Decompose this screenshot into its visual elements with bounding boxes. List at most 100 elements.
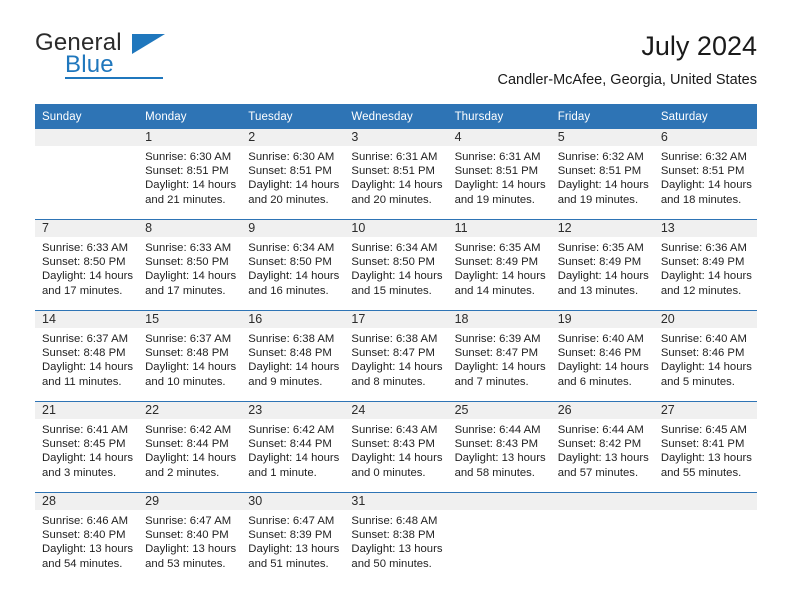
sunset-text: Sunset: 8:45 PM <box>42 438 126 451</box>
daylight-text-line1: Daylight: 13 hours <box>557 452 649 465</box>
calendar-day-cell[interactable]: 28 Sunrise: 6:46 AM Sunset: 8:40 PM Dayligh… <box>35 492 139 583</box>
daylight-text-line1: Daylight: 14 hours <box>351 179 443 192</box>
daylight-text-line2: and 15 minutes. <box>351 284 432 297</box>
calendar-day-cell[interactable]: 13 Sunrise: 6:36 AM Sunset: 8:49 PM Dayligh… <box>653 219 757 311</box>
daylight-text-line1: Daylight: 14 hours <box>248 361 340 374</box>
day-info: Sunrise: 6:34 AM Sunset: 8:50 PM Daylight:… <box>344 237 447 298</box>
daylight-text-line1: Daylight: 13 hours <box>42 543 134 556</box>
title-block: July 2024 Candler-McAfee, Georgia, Unite… <box>497 30 757 90</box>
day-number: 30 <box>248 494 263 508</box>
calendar-day-cell[interactable]: 21 Sunrise: 6:41 AM Sunset: 8:45 PM Dayligh… <box>35 401 139 493</box>
calendar-day-cell[interactable]: 17 Sunrise: 6:38 AM Sunset: 8:47 PM Dayligh… <box>344 310 448 402</box>
day-number-band: 9 <box>241 220 345 237</box>
day-info: Sunrise: 6:30 AM Sunset: 8:51 PM Daylight:… <box>241 146 344 207</box>
day-cell-content: 3 Sunrise: 6:31 AM Sunset: 8:51 PM Daylight… <box>344 129 448 219</box>
sunrise-text: Sunrise: 6:30 AM <box>145 151 232 163</box>
day-number: 9 <box>248 221 256 235</box>
calendar-day-cell[interactable]: 26 Sunrise: 6:44 AM Sunset: 8:42 PM Dayligh… <box>550 401 654 493</box>
day-number-band <box>550 493 654 510</box>
calendar-day-cell[interactable]: 25 Sunrise: 6:44 AM Sunset: 8:43 PM Dayligh… <box>447 401 551 493</box>
day-cell-content: 18 Sunrise: 6:39 AM Sunset: 8:47 PM Dayligh… <box>447 311 551 401</box>
day-info: Sunrise: 6:35 AM Sunset: 8:49 PM Daylight:… <box>551 237 654 298</box>
calendar-day-cell[interactable]: 22 Sunrise: 6:42 AM Sunset: 8:44 PM Dayligh… <box>138 401 242 493</box>
calendar-day-cell[interactable]: 6 Sunrise: 6:32 AM Sunset: 8:51 PM Daylight… <box>653 129 757 220</box>
calendar-day-cell[interactable]: 23 Sunrise: 6:42 AM Sunset: 8:44 PM Dayligh… <box>241 401 345 493</box>
sunset-text: Sunset: 8:49 PM <box>454 256 539 269</box>
day-number-band: 10 <box>344 220 448 237</box>
daylight-text-line2: and 2 minutes. <box>145 466 220 479</box>
day-cell-content: 26 Sunrise: 6:44 AM Sunset: 8:42 PM Dayligh… <box>550 402 654 492</box>
calendar-day-cell[interactable]: 9 Sunrise: 6:34 AM Sunset: 8:50 PM Daylight… <box>241 219 345 311</box>
calendar-day-cell[interactable]: 31 Sunrise: 6:48 AM Sunset: 8:38 PM Dayligh… <box>344 492 448 583</box>
calendar-day-cell[interactable]: 10 Sunrise: 6:34 AM Sunset: 8:50 PM Dayligh… <box>344 219 448 311</box>
calendar-day-cell[interactable]: 18 Sunrise: 6:39 AM Sunset: 8:47 PM Dayligh… <box>447 310 551 402</box>
day-number-band: 12 <box>550 220 654 237</box>
calendar-day-cell[interactable]: 11 Sunrise: 6:35 AM Sunset: 8:49 PM Dayligh… <box>447 219 551 311</box>
sunset-text: Sunset: 8:38 PM <box>351 529 435 542</box>
calendar-day-cell[interactable]: 19 Sunrise: 6:40 AM Sunset: 8:46 PM Dayligh… <box>550 310 654 402</box>
sunrise-text: Sunrise: 6:42 AM <box>145 424 232 436</box>
calendar-day-cell[interactable]: 24 Sunrise: 6:43 AM Sunset: 8:43 PM Dayligh… <box>344 401 448 493</box>
calendar-day-cell[interactable]: 27 Sunrise: 6:45 AM Sunset: 8:41 PM Dayligh… <box>653 401 757 493</box>
calendar-day-cell[interactable]: 29 Sunrise: 6:47 AM Sunset: 8:40 PM Dayligh… <box>138 492 242 583</box>
day-cell-content: 20 Sunrise: 6:40 AM Sunset: 8:46 PM Dayligh… <box>653 311 757 401</box>
calendar-day-cell[interactable]: 14 Sunrise: 6:37 AM Sunset: 8:48 PM Dayligh… <box>35 310 139 402</box>
day-cell-content: 24 Sunrise: 6:43 AM Sunset: 8:43 PM Dayligh… <box>344 402 448 492</box>
sunrise-text: Sunrise: 6:39 AM <box>454 333 541 345</box>
day-number-band <box>447 493 551 510</box>
calendar-day-cell[interactable]: 3 Sunrise: 6:31 AM Sunset: 8:51 PM Daylight… <box>344 129 448 220</box>
calendar-day-cell[interactable]: 12 Sunrise: 6:35 AM Sunset: 8:49 PM Dayligh… <box>550 219 654 311</box>
sunset-text: Sunset: 8:46 PM <box>557 347 642 360</box>
daylight-text-line1: Daylight: 13 hours <box>351 543 443 556</box>
day-cell-content: 19 Sunrise: 6:40 AM Sunset: 8:46 PM Dayligh… <box>550 311 654 401</box>
calendar-day-cell[interactable]: 16 Sunrise: 6:38 AM Sunset: 8:48 PM Dayligh… <box>241 310 345 402</box>
daylight-text-line1: Daylight: 14 hours <box>145 270 237 283</box>
day-number-band: 30 <box>241 493 345 510</box>
weekday-header-wednesday: Wednesday <box>344 104 448 129</box>
weekday-header-saturday: Saturday <box>653 104 757 129</box>
day-number-band: 27 <box>653 402 757 419</box>
sunrise-text: Sunrise: 6:46 AM <box>42 515 129 527</box>
sunset-text: Sunset: 8:41 PM <box>660 438 745 451</box>
calendar-day-cell[interactable]: 1 Sunrise: 6:30 AM Sunset: 8:51 PM Daylight… <box>138 129 242 220</box>
day-info: Sunrise: 6:47 AM Sunset: 8:40 PM Daylight:… <box>138 510 241 571</box>
day-number-band: 18 <box>447 311 551 328</box>
calendar-day-cell[interactable]: 2 Sunrise: 6:30 AM Sunset: 8:51 PM Daylight… <box>241 129 345 220</box>
sunrise-text: Sunrise: 6:44 AM <box>557 424 644 436</box>
calendar-day-cell[interactable]: 30 Sunrise: 6:47 AM Sunset: 8:39 PM Dayligh… <box>241 492 345 583</box>
daylight-text-line2: and 55 minutes. <box>660 466 742 479</box>
day-info: Sunrise: 6:41 AM Sunset: 8:45 PM Daylight:… <box>35 419 138 480</box>
day-number: 17 <box>351 312 366 326</box>
day-number-band: 15 <box>138 311 242 328</box>
calendar-week-row: 28 Sunrise: 6:46 AM Sunset: 8:40 PM Dayligh… <box>35 492 757 583</box>
page-subtitle: Candler-McAfee, Georgia, United States <box>497 72 757 88</box>
day-cell-content: 25 Sunrise: 6:44 AM Sunset: 8:43 PM Dayligh… <box>447 402 551 492</box>
day-info: Sunrise: 6:31 AM Sunset: 8:51 PM Daylight:… <box>344 146 447 207</box>
calendar-week-row: 7 Sunrise: 6:33 AM Sunset: 8:50 PM Daylight… <box>35 219 757 311</box>
general-blue-logo[interactable]: General Blue <box>35 30 265 90</box>
day-number-band: 11 <box>447 220 551 237</box>
daylight-text-line1: Daylight: 14 hours <box>557 179 649 192</box>
day-cell-content: 29 Sunrise: 6:47 AM Sunset: 8:40 PM Dayligh… <box>138 493 242 583</box>
sunset-text: Sunset: 8:43 PM <box>351 438 435 451</box>
sunset-text: Sunset: 8:50 PM <box>145 256 229 269</box>
sunset-text: Sunset: 8:40 PM <box>145 529 229 542</box>
calendar-day-cell[interactable]: 5 Sunrise: 6:32 AM Sunset: 8:51 PM Daylight… <box>550 129 654 220</box>
calendar-day-cell[interactable]: 7 Sunrise: 6:33 AM Sunset: 8:50 PM Daylight… <box>35 219 139 311</box>
daylight-text-line1: Daylight: 14 hours <box>351 270 443 283</box>
weekday-header-row: Sunday Monday Tuesday Wednesday Thursday… <box>35 104 757 129</box>
sunset-text: Sunset: 8:50 PM <box>42 256 126 269</box>
day-cell-content: 15 Sunrise: 6:37 AM Sunset: 8:48 PM Dayligh… <box>138 311 242 401</box>
day-number: 5 <box>557 130 565 144</box>
daylight-text-line1: Daylight: 14 hours <box>660 361 752 374</box>
day-number: 13 <box>660 221 675 235</box>
day-number-band: 20 <box>653 311 757 328</box>
sunset-text: Sunset: 8:47 PM <box>454 347 539 360</box>
day-number: 29 <box>145 494 160 508</box>
calendar-day-cell[interactable]: 15 Sunrise: 6:37 AM Sunset: 8:48 PM Dayligh… <box>138 310 242 402</box>
calendar-day-cell[interactable]: 8 Sunrise: 6:33 AM Sunset: 8:50 PM Daylight… <box>138 219 242 311</box>
day-number: 6 <box>660 130 668 144</box>
calendar-day-cell[interactable]: 4 Sunrise: 6:31 AM Sunset: 8:51 PM Daylight… <box>447 129 551 220</box>
calendar-day-cell[interactable]: 20 Sunrise: 6:40 AM Sunset: 8:46 PM Dayligh… <box>653 310 757 402</box>
day-number: 25 <box>454 403 469 417</box>
